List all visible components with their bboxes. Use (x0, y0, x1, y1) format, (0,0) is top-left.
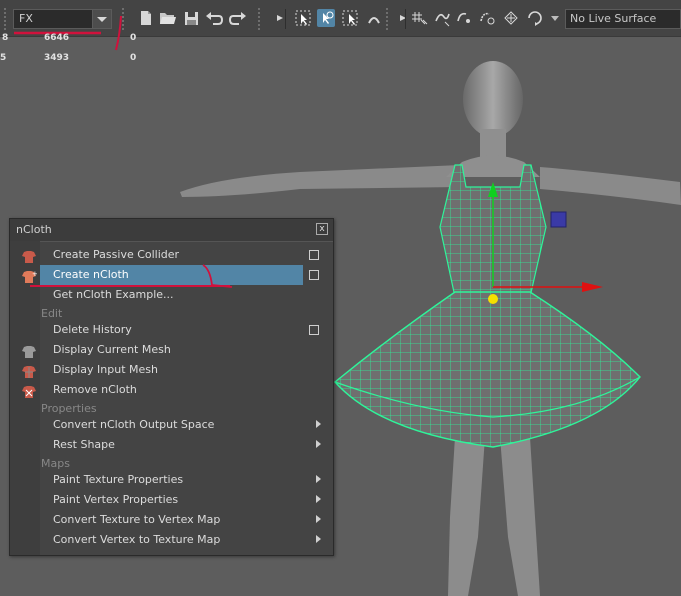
manipulator-plane-handle[interactable] (550, 211, 567, 228)
right-arm (540, 167, 681, 205)
annotation-underline (30, 264, 233, 288)
left-leg (448, 437, 485, 596)
right-leg (500, 437, 540, 596)
dress-skirt-wireframe (333, 291, 641, 448)
head (463, 61, 523, 137)
neck (480, 129, 506, 159)
manipulator-center[interactable] (488, 294, 498, 304)
ncloth-menu-panel: nCloth x Create Passive Collider + Creat… (9, 218, 334, 556)
left-arm (180, 165, 460, 197)
manipulator-x-arrow[interactable] (582, 282, 603, 292)
